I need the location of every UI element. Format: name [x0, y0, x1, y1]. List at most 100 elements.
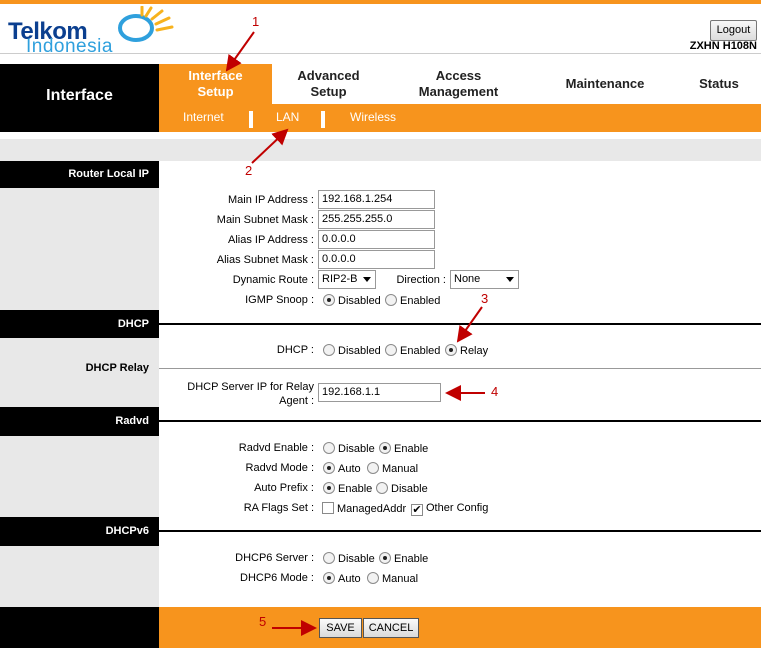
- tab-label-line1: Interface: [188, 68, 243, 83]
- device-model: ZXHN H108N: [689, 40, 757, 52]
- logout-button[interactable]: Logout: [710, 20, 757, 41]
- chevron-down-icon: [506, 277, 514, 282]
- dhcp6-server-disable-radio[interactable]: Disable: [323, 552, 375, 565]
- radio-icon: [323, 462, 335, 474]
- alias-ip-input[interactable]: 0.0.0.0: [318, 230, 435, 249]
- ra-flags-label: RA Flags Set :: [243, 502, 314, 514]
- option-label: Disable: [391, 483, 428, 495]
- main-subnet-input[interactable]: 255.255.255.0: [318, 210, 435, 229]
- radvd-auto-radio[interactable]: Auto: [323, 462, 361, 475]
- cancel-button[interactable]: CANCEL: [363, 618, 419, 638]
- direction-label: Direction :: [396, 274, 446, 286]
- dhcp-enabled-radio[interactable]: Enabled: [385, 344, 440, 357]
- option-label: Enabled: [400, 295, 441, 307]
- option-label: Auto: [338, 573, 361, 585]
- radio-icon: [323, 482, 335, 494]
- section-dhcp: DHCP: [0, 310, 159, 338]
- radvd-mode-label: Radvd Mode :: [245, 462, 314, 474]
- dhcp6-auto-radio[interactable]: Auto: [323, 572, 361, 585]
- radio-icon: [323, 442, 335, 454]
- ra-other-config-checkbox[interactable]: ✔ Other Config: [411, 502, 488, 516]
- main-ip-input[interactable]: 192.168.1.254: [318, 190, 435, 209]
- option-label: ManagedAddr: [337, 503, 407, 515]
- label-line1: DHCP Server IP for Relay: [187, 381, 314, 393]
- dhcp-relay-subtitle: DHCP Relay: [85, 362, 149, 374]
- annotation-3: 3: [481, 291, 489, 306]
- dhcp-server-ip-input[interactable]: 192.168.1.1: [318, 383, 441, 402]
- annotation-4: 4: [491, 384, 499, 399]
- radio-icon: [385, 294, 397, 306]
- option-label: Disabled: [338, 345, 381, 357]
- section-sidebar: [0, 546, 159, 607]
- igmp-snoop-label: IGMP Snoop :: [245, 294, 314, 306]
- section-dhcpv6: DHCPv6: [0, 517, 159, 546]
- dhcp6-server-enable-radio[interactable]: Enable: [379, 552, 428, 565]
- dhcp6-server-label: DHCP6 Server :: [235, 552, 314, 564]
- subtab-separator: [321, 111, 325, 128]
- chevron-down-icon: [363, 277, 371, 282]
- auto-prefix-enable-radio[interactable]: Enable: [323, 482, 372, 495]
- save-button[interactable]: SAVE: [319, 618, 362, 638]
- tab-label-line2: Management: [418, 84, 499, 99]
- dhcp-disabled-radio[interactable]: Disabled: [323, 344, 381, 357]
- subtab-lan[interactable]: LAN: [276, 110, 299, 124]
- radvd-manual-radio[interactable]: Manual: [367, 462, 418, 475]
- option-label: Disable: [338, 443, 375, 455]
- radio-icon: [323, 552, 335, 564]
- radio-icon: [323, 294, 335, 306]
- tab-maintenance[interactable]: Maintenance: [545, 64, 665, 104]
- option-label: Disabled: [338, 295, 381, 307]
- dhcp-mode-label: DHCP :: [276, 344, 314, 356]
- section-line: [159, 420, 761, 422]
- tab-label-line1: Maintenance: [565, 76, 645, 91]
- label-line2: Agent :: [279, 395, 314, 407]
- section-line: [159, 323, 761, 325]
- tab-advanced-setup[interactable]: Advanced Setup: [272, 64, 385, 104]
- alias-ip-label: Alias IP Address :: [227, 234, 314, 246]
- radio-icon: [445, 344, 457, 356]
- alias-subnet-input[interactable]: 0.0.0.0: [318, 250, 435, 269]
- dhcp-server-ip-label: DHCP Server IP for Relay Agent :: [160, 380, 314, 408]
- dhcp-relay-radio[interactable]: Relay: [445, 344, 488, 357]
- option-label: Enable: [394, 443, 429, 455]
- direction-select[interactable]: None: [450, 270, 519, 289]
- radio-icon: [376, 482, 388, 494]
- annotation-5: 5: [259, 614, 267, 629]
- section-sidebar: [0, 436, 159, 517]
- dhcp6-mode-label: DHCP6 Mode :: [240, 572, 314, 584]
- tab-label-line1: Advanced: [297, 68, 360, 83]
- radvd-disable-radio[interactable]: Disable: [323, 442, 375, 455]
- radio-icon: [367, 462, 379, 474]
- top-accent-bar: [0, 0, 761, 4]
- tab-label-line2: Setup: [197, 84, 234, 99]
- tab-label-line2: Setup: [310, 84, 347, 99]
- dhcp6-manual-radio[interactable]: Manual: [367, 572, 418, 585]
- ra-managed-checkbox[interactable]: ManagedAddr: [322, 502, 406, 515]
- checkbox-icon: [322, 502, 334, 514]
- option-label: Disable: [338, 553, 375, 565]
- tab-label-line1: Status: [699, 76, 739, 91]
- section-radvd: Radvd: [0, 407, 159, 436]
- option-label: Enable: [338, 483, 373, 495]
- auto-prefix-disable-radio[interactable]: Disable: [376, 482, 428, 495]
- igmp-disabled-radio[interactable]: Disabled: [323, 294, 381, 307]
- option-label: Relay: [460, 345, 489, 357]
- subtab-internet[interactable]: Internet: [183, 110, 224, 124]
- tab-access-management[interactable]: Access Management: [392, 64, 525, 104]
- tab-status[interactable]: Status: [680, 64, 758, 104]
- logo-text-indonesia: Indonesia: [26, 36, 113, 57]
- dynamic-route-value: RIP2-B: [322, 273, 358, 285]
- subtab-separator: [249, 111, 253, 128]
- subtab-wireless[interactable]: Wireless: [350, 110, 396, 124]
- telkom-logo: Telkom Indonesia: [6, 6, 196, 58]
- dynamic-route-select[interactable]: RIP2-B: [318, 270, 376, 289]
- footer-left-panel: [0, 607, 159, 648]
- igmp-enabled-radio[interactable]: Enabled: [385, 294, 440, 307]
- tab-interface-setup[interactable]: Interface Setup: [159, 64, 272, 104]
- option-label: Other Config: [426, 502, 489, 514]
- alias-subnet-label: Alias Subnet Mask :: [216, 254, 314, 266]
- auto-prefix-label: Auto Prefix :: [254, 482, 314, 494]
- annotation-2: 2: [245, 163, 253, 178]
- radvd-enable-radio[interactable]: Enable: [379, 442, 428, 455]
- radio-icon: [385, 344, 397, 356]
